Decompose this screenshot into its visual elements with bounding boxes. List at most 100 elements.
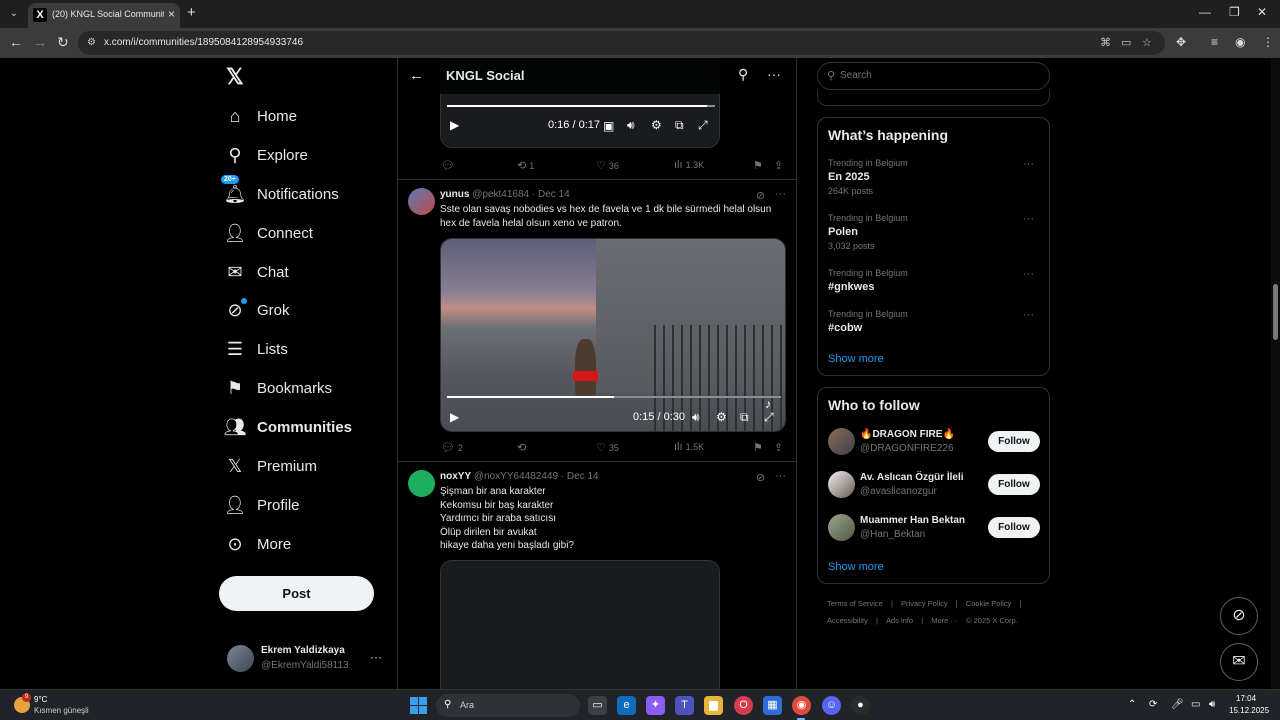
author-handle[interactable]: @noxYY64482449 [474,471,558,482]
trend-item[interactable]: Trending in Belgium En 2025 264K posts ·… [828,158,1038,196]
captions-icon[interactable]: ▣ [603,119,614,133]
bookmark-button[interactable]: ⚑ [753,441,763,454]
more-dots-icon[interactable]: ··· [370,650,382,664]
volume-icon[interactable]: 🔊︎ [692,410,700,425]
weather-desc[interactable]: Kısmen güneşli [34,706,89,715]
show-more-link[interactable]: Show more [828,561,884,573]
tray-overflow-icon[interactable]: ⌃ [1128,699,1136,710]
show-more-link[interactable]: Show more [828,353,884,365]
share-button[interactable]: ⇪ [774,159,783,172]
author-name[interactable]: yunus [440,189,469,200]
follow-suggestion[interactable]: Muammer Han Bektan @Han_Bektan Follow [828,513,1040,543]
x-logo[interactable]: 𝕏 [226,64,244,90]
browser-tab[interactable]: X (20) KNGL Social Community / X × [28,3,180,28]
like-button[interactable]: ♡ 36 [596,159,619,172]
back-arrow-icon[interactable]: ← [409,67,424,84]
sidebar-item-more[interactable]: ⊙ More [224,529,291,559]
author-handle[interactable]: @pekt41684 [472,189,529,200]
author-name[interactable]: noxYY [440,471,471,482]
follow-button[interactable]: Follow [988,431,1040,452]
url-text[interactable]: x.com/i/communities/1895084128954933746 [104,37,303,48]
media-icon[interactable]: ≡ [1211,35,1218,49]
file-explorer-icon[interactable]: ▆ [704,696,723,715]
more-dots-icon[interactable]: ··· [775,188,786,200]
sidebar-item-premium[interactable]: 𝕏 Premium [224,451,317,481]
follow-button[interactable]: Follow [988,517,1040,538]
more-dots-icon[interactable]: ··· [767,66,781,82]
avatar[interactable] [828,514,855,541]
page-scrollbar[interactable] [1271,58,1280,689]
follow-suggestion[interactable]: Av. Aslıcan Özgür İleli @avaslicanozgur … [828,470,1040,500]
taskbar-search[interactable]: ⚲ Ara [436,694,580,717]
sidebar-item-lists[interactable]: ☰ Lists [224,334,288,364]
more-dots-icon[interactable]: ··· [775,470,786,482]
play-icon[interactable]: ▶ [450,410,459,424]
sidebar-item-bookmarks[interactable]: ⚑ Bookmarks [224,373,332,403]
tweet-date[interactable]: Dec 14 [538,189,570,200]
maximize-icon[interactable]: ❐ [1229,5,1240,19]
tweet-date[interactable]: Dec 14 [567,471,599,482]
sidebar-item-explore[interactable]: ⚲ Explore [224,140,307,170]
ads-info-link[interactable]: Ads info [886,616,913,625]
close-icon[interactable]: × [168,7,175,21]
follow-button[interactable]: Follow [988,474,1040,495]
tab-list-icon[interactable]: ⌄ [4,4,24,24]
settings-icon[interactable]: ⚙ [651,118,662,132]
translate-icon[interactable]: ⌘ [1100,36,1111,49]
discord-icon[interactable]: ☺ [822,696,841,715]
trend-item[interactable]: Trending in Belgium #cobw ··· [828,309,1038,334]
fullscreen-icon[interactable]: ⤢ [764,410,774,425]
search-input[interactable]: ⚲ Search [817,62,1050,90]
cookie-link[interactable]: Cookie Policy [966,599,1011,608]
sidebar-item-home[interactable]: ⌂ Home [224,101,297,131]
site-info-icon[interactable]: ⚙ [87,37,96,48]
more-dots-icon[interactable]: ··· [1023,268,1034,280]
minimize-icon[interactable]: — [1199,5,1211,19]
account-switcher[interactable]: Ekrem Yaldizkaya @EkremYaldi58113 ··· [227,644,387,674]
window-close-icon[interactable]: ✕ [1257,5,1267,19]
search-icon[interactable]: ⚲ [738,66,748,83]
store-icon[interactable]: ▦ [763,696,782,715]
extensions-icon[interactable]: ✥ [1176,35,1186,49]
sidebar-item-notifications[interactable]: 🔔︎ 20+ Notifications [221,175,339,209]
settings-icon[interactable]: ⚙ [716,410,727,424]
trend-item[interactable]: Trending in Belgium Polen 3,032 posts ··… [828,213,1038,251]
video-player[interactable]: ▶ 0:15 / 0:30 🔊︎ ⚙ ⧉ ⤢ ♪ [440,238,786,432]
teams-icon[interactable]: T [675,696,694,715]
reload-icon[interactable]: ↻ [57,34,69,50]
fullscreen-icon[interactable]: ⤢ [698,118,708,133]
follow-suggestion[interactable]: 🔥DRAGON FIRE🔥 @DRAGONFIRE226 Follow [828,427,1040,457]
share-button[interactable]: ⇪ [774,441,783,454]
grok-icon[interactable]: ⊘ [756,189,765,202]
pip-icon[interactable]: ⧉ [740,410,749,425]
windows-start-icon[interactable] [410,697,427,714]
avatar[interactable] [408,470,435,497]
microphone-icon[interactable]: 🎤︎ [1171,699,1184,710]
sync-icon[interactable]: ⟳ [1149,699,1157,710]
reply-button[interactable]: 💬︎ 2 [441,441,463,454]
bookmark-star-icon[interactable]: ☆ [1142,36,1152,49]
cast-icon[interactable]: ▭ [1121,36,1131,49]
grok-icon[interactable]: ⊘ [756,471,765,484]
address-bar[interactable]: ⚙ x.com/i/communities/189508412895493374… [78,31,1165,55]
more-dots-icon[interactable]: ··· [1023,158,1034,170]
like-button[interactable]: ♡ 35 [596,441,619,454]
accessibility-link[interactable]: Accessibility [827,616,868,625]
copilot-icon[interactable]: ✦ [646,696,665,715]
privacy-link[interactable]: Privacy Policy [901,599,948,608]
views-button[interactable]: ılı 1.3K [674,159,704,171]
avatar[interactable] [828,428,855,455]
terms-link[interactable]: Terms of Service [827,599,883,608]
new-tab-icon[interactable]: + [187,5,196,21]
video-progress-bar[interactable] [447,396,781,398]
video-progress-bar[interactable] [447,105,715,107]
scroll-thumb[interactable] [1273,284,1278,340]
repost-button[interactable]: ⟲ [517,441,529,454]
avatar[interactable] [828,471,855,498]
app-icon[interactable]: ● [851,696,870,715]
network-icon[interactable]: ▭ [1191,699,1200,710]
sidebar-item-profile[interactable]: 👤︎ Profile [224,490,300,520]
clock-time[interactable]: 17:04 [1236,694,1256,703]
task-view-icon[interactable]: ▭ [588,696,607,715]
grok-fab-icon[interactable]: ⊘ [1220,597,1258,635]
